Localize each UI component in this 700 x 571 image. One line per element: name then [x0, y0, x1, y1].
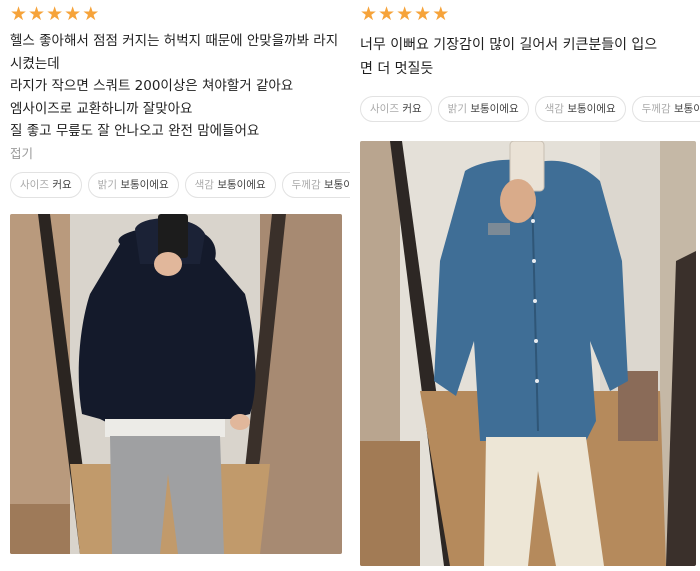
star-icon: ★ [46, 3, 64, 25]
attribute-chips: 사이즈 커요 밝기 보통이에요 색감 보통이에요 두께감 보통이에요 [10, 172, 350, 198]
star-icon: ★ [28, 3, 46, 25]
star-icon: ★ [432, 3, 450, 25]
star-icon: ★ [10, 3, 28, 25]
attribute-chip: 밝기 보통이에요 [437, 96, 529, 122]
attribute-chip: 두께감 보통이에요 [281, 172, 350, 198]
photo-blue-shirt-cream-pants-icon [360, 141, 696, 566]
attribute-chip: 사이즈 커요 [360, 96, 432, 122]
attribute-chip: 두께감 보통이에요 [631, 96, 700, 122]
fold-button[interactable]: 접기 [10, 143, 33, 162]
star-icon: ★ [82, 3, 100, 25]
star-icon: ★ [396, 3, 414, 25]
star-icon: ★ [360, 3, 378, 25]
review-photo[interactable] [10, 214, 342, 554]
photo-navy-hoodie-grey-pants-icon [10, 214, 342, 554]
star-icon: ★ [64, 3, 82, 25]
rating-stars: ★ ★ ★ ★ ★ [360, 5, 449, 24]
review-text: 헬스 좋아해서 점점 커지는 허벅지 때문에 안맞을까봐 라지 시켰는데 라지가… [10, 33, 339, 139]
attribute-chip: 밝기 보통이에요 [87, 172, 179, 198]
review-text: 너무 이뻐요 기장감이 많이 길어서 키큰분들이 입으 면 더 멋질듯 [360, 37, 658, 77]
review-card: ★ ★ ★ ★ ★ 너무 이뻐요 기장감이 많이 길어서 키큰분들이 입으 면 … [350, 0, 700, 571]
attribute-chip: 사이즈 커요 [10, 172, 82, 198]
attribute-chip: 색감 보통이에요 [534, 96, 626, 122]
review-photo[interactable] [360, 141, 696, 566]
attribute-chip: 색감 보통이에요 [184, 172, 276, 198]
star-icon: ★ [414, 3, 432, 25]
review-card: ★ ★ ★ ★ ★ 헬스 좋아해서 점점 커지는 허벅지 때문에 안맞을까봐 라… [0, 0, 350, 571]
star-icon: ★ [378, 3, 396, 25]
rating-stars: ★ ★ ★ ★ ★ [10, 5, 99, 24]
attribute-chips: 사이즈 커요 밝기 보통이에요 색감 보통이에요 두께감 보통이에요 [360, 96, 700, 122]
